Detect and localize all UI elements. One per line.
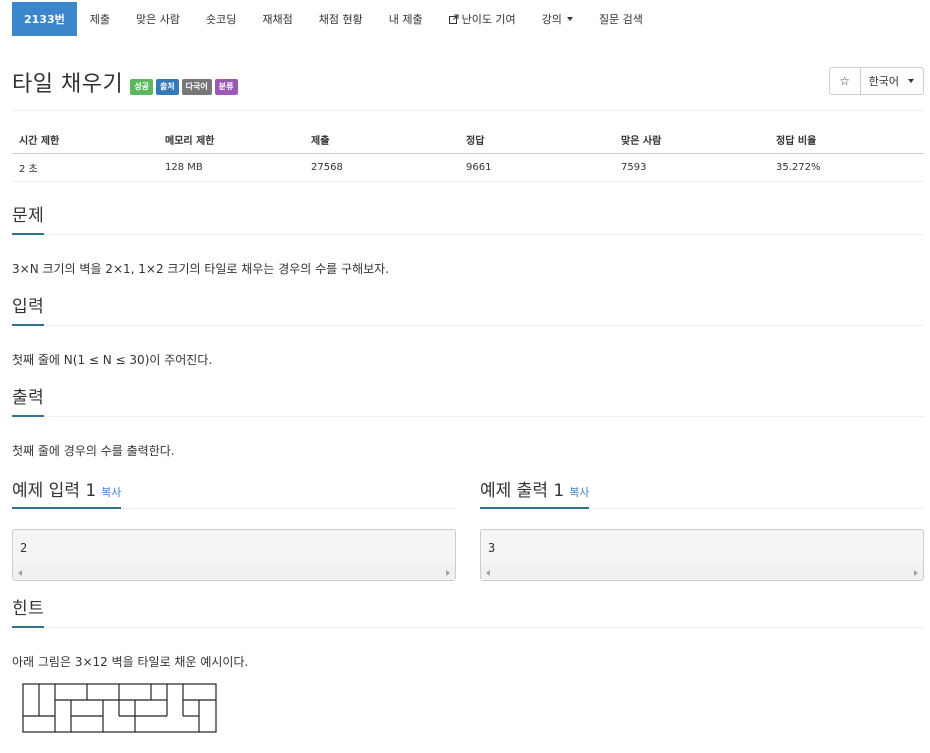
nav-difficulty-label: 난이도 기여 [461,13,516,26]
input-section-title: 입력 [12,292,45,326]
table-header-row: 시간 제한 메모리 제한 제출 정답 맞은 사람 정답 비율 [12,127,924,154]
problem-info-table: 시간 제한 메모리 제한 제출 정답 맞은 사람 정답 비율 2 초 128 M… [12,127,924,182]
nav-rejudge[interactable]: 재채점 [249,2,305,36]
copy-output-button[interactable]: 복사 [569,486,589,499]
nav-question-search[interactable]: 질문 검색 [586,2,656,36]
badge-success[interactable]: 성공 [130,79,153,95]
ratio-value: 35.272% [769,153,924,182]
problem-section-title: 문제 [12,201,45,235]
nav-problem-id[interactable]: 2133번 [12,2,77,36]
horizontal-scrollbar[interactable] [13,565,455,580]
star-icon: ☆ [839,74,850,88]
horizontal-scrollbar[interactable] [481,565,923,580]
sample-input-value: 2 [20,541,28,555]
output-section-title: 출력 [12,383,45,417]
table-row: 2 초 128 MB 27568 9661 7593 35.272% [12,153,924,182]
nav-my-submissions[interactable]: 내 제출 [376,2,436,36]
output-description: 첫째 줄에 경우의 수를 출력한다. [12,444,175,458]
chevron-down-icon [566,17,573,21]
accepted-value: 9661 [459,153,614,182]
scroll-left-icon[interactable] [486,570,490,576]
solvers-value: 7593 [614,153,769,182]
external-link-icon [448,14,459,24]
sample-output-title-text: 예제 출력 1 [480,481,565,501]
nav-status[interactable]: 채점 현황 [306,2,376,36]
sample-input-box[interactable]: 2 [12,529,456,581]
nav-submit[interactable]: 제출 [77,2,123,36]
problem-section-header: 문제 [12,205,924,235]
sample-input-title: 예제 입력 1 복사 [12,476,122,509]
submissions-value: 27568 [304,153,459,182]
nav-difficulty-contribution[interactable]: 난이도 기여 [436,2,529,36]
memory-limit-value: 128 MB [158,153,304,182]
language-dropdown[interactable]: 한국어 [860,67,924,95]
nav-shortcoding[interactable]: 숏코딩 [193,2,249,36]
badge-source[interactable]: 출처 [155,79,179,95]
page-title: 타일 채우기 [12,72,124,97]
scroll-right-icon[interactable] [446,570,450,576]
header-ratio: 정답 비율 [769,127,924,154]
scroll-left-icon[interactable] [18,570,22,576]
header-memory-limit: 메모리 제한 [158,127,304,154]
problem-nav: 2133번 제출 맞은 사람 숏코딩 재채점 채점 현황 내 제출 난이도 기여… [12,2,656,36]
hint-description: 아래 그림은 3×12 벽을 타일로 채운 예시이다. [12,655,249,669]
sample-output-title: 예제 출력 1 복사 [480,476,590,509]
scroll-right-icon[interactable] [914,570,918,576]
header-accepted: 정답 [459,127,614,154]
sample-output-header: 예제 출력 1 복사 [480,479,924,509]
problem-tools: ☆ 한국어 [828,67,924,95]
time-limit-value: 2 초 [12,153,158,182]
nav-lectures[interactable]: 강의 [529,2,586,36]
nav-solvers[interactable]: 맞은 사람 [123,2,193,36]
chevron-down-icon [908,79,914,83]
header-solvers: 맞은 사람 [614,127,769,154]
badge-list: 성공 출처 다국어 분류 [130,79,238,95]
header-submissions: 제출 [304,127,459,154]
output-section-header: 출력 [12,387,924,417]
problem-header: 타일 채우기 성공 출처 다국어 분류 [12,66,238,98]
divider [12,110,924,111]
problem-description: 3×N 크기의 벽을 2×1, 1×2 크기의 타일로 채우는 경우의 수를 구… [12,262,390,276]
hint-section-header: 힌트 [12,598,924,628]
sample-output-value: 3 [488,541,496,555]
copy-input-button[interactable]: 복사 [101,486,121,499]
badge-category[interactable]: 분류 [214,79,238,95]
sample-input-header: 예제 입력 1 복사 [12,479,456,509]
tiling-example-image [22,683,217,733]
input-section-header: 입력 [12,296,924,326]
hint-section-title: 힌트 [12,594,45,628]
sample-input-title-text: 예제 입력 1 [12,481,97,501]
header-time-limit: 시간 제한 [12,127,158,154]
input-description: 첫째 줄에 N(1 ≤ N ≤ 30)이 주어진다. [12,353,213,367]
star-button[interactable]: ☆ [828,67,861,95]
sample-output-box[interactable]: 3 [480,529,924,581]
badge-multilang[interactable]: 다국어 [181,79,212,95]
language-label: 한국어 [868,75,899,88]
nav-lectures-label: 강의 [541,13,562,26]
